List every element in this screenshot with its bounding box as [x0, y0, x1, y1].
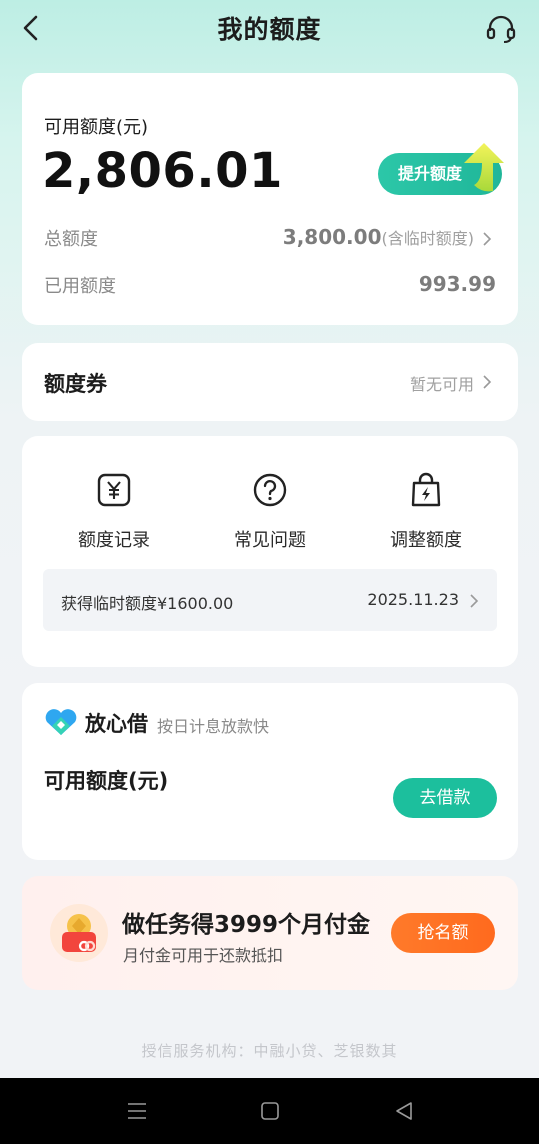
notice-date: 2025.11.23	[367, 590, 459, 609]
grab-spot-button[interactable]: 抢名额	[391, 913, 495, 953]
available-credit-label: 可用额度(元)	[44, 117, 149, 138]
brand-subtitle: 按日计息放款快	[157, 717, 270, 736]
temp-credit-notice[interactable]: 获得临时额度¥1600.00 2025.11.23	[43, 569, 497, 631]
boost-credit-label: 提升额度	[398, 164, 463, 183]
back-icon[interactable]	[393, 1100, 415, 1122]
lightning-bag-icon	[411, 472, 441, 507]
task-title: 做任务得3999个月付金	[122, 912, 371, 938]
credit-coupon-card[interactable]: 额度券 暂无可用	[22, 343, 518, 421]
total-credit-label: 总额度	[44, 229, 98, 250]
coin-wallet-icon	[50, 904, 108, 962]
notice-text: 获得临时额度¥1600.00	[61, 594, 234, 613]
chevron-right-icon	[470, 594, 479, 608]
faq-button[interactable]: 常见问题	[200, 470, 340, 554]
boost-credit-button[interactable]: 提升额度	[378, 143, 504, 195]
available-credit-value: 2,806.01	[42, 143, 283, 199]
loan-card: 放心借 按日计息放款快 可用额度(元) 去借款	[22, 683, 518, 860]
page-title: 我的额度	[217, 15, 322, 44]
footer-text: 授信服务机构：中融小贷、芝银数其	[141, 1042, 398, 1060]
action-label: 调整额度	[390, 530, 462, 551]
action-label: 额度记录	[78, 530, 150, 551]
borrow-button[interactable]: 去借款	[393, 778, 497, 818]
adjust-credit-button[interactable]: 调整额度	[356, 470, 496, 554]
quick-actions-card: 额度记录 常见问题 调整额度 获得临时额度¥1600.00 2025.11.23	[22, 436, 518, 667]
used-credit-value: 993.99	[418, 272, 496, 296]
up-arrow-icon	[464, 143, 504, 192]
headset-icon[interactable]	[485, 13, 517, 45]
total-credit-amount: 3,800.00	[282, 225, 382, 249]
yen-receipt-icon	[97, 473, 131, 507]
question-circle-icon	[253, 473, 287, 507]
total-credit-note: (含临时额度)	[381, 229, 475, 248]
chevron-right-icon	[483, 375, 492, 389]
coupon-title: 额度券	[44, 372, 107, 396]
system-nav-bar	[0, 1078, 539, 1144]
chevron-right-icon[interactable]	[482, 231, 492, 247]
home-icon[interactable]	[259, 1100, 281, 1122]
task-promo-card: 做任务得3999个月付金 月付金可用于还款抵扣 抢名额	[22, 876, 518, 990]
loan-available-label: 可用额度(元)	[44, 769, 169, 793]
menu-icon[interactable]	[126, 1100, 148, 1122]
total-credit-value[interactable]: 3,800.00(含临时额度)	[283, 225, 474, 249]
credit-record-button[interactable]: 额度记录	[44, 470, 184, 554]
header: 我的额度	[0, 0, 539, 56]
task-subtitle: 月付金可用于还款抵扣	[123, 946, 284, 965]
used-credit-label: 已用额度	[44, 276, 116, 297]
coupon-status: 暂无可用	[409, 375, 474, 394]
brand-name: 放心借	[85, 712, 148, 736]
action-label: 常见问题	[234, 530, 306, 551]
heart-logo-icon	[45, 709, 77, 735]
credit-summary-card: 可用额度(元) 2,806.01 提升额度 总额度 3,800.00(含临时额度…	[22, 73, 518, 325]
